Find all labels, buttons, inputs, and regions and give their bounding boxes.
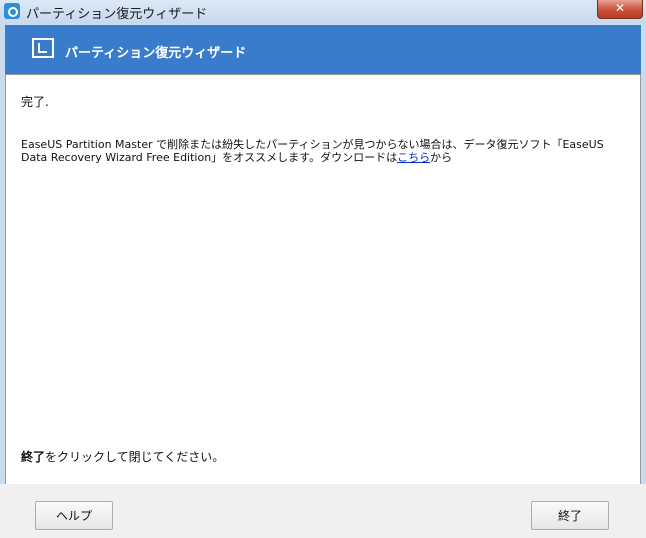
app-icon xyxy=(4,3,20,19)
message-text: EaseUS Partition Master で削除または紛失したパーティショ… xyxy=(21,138,604,164)
close-button[interactable]: ✕ xyxy=(597,0,643,19)
window-title: パーティション復元ウィザード xyxy=(26,7,208,22)
wizard-header: パーティション復元ウィザード xyxy=(5,25,641,74)
done-label: 完了. xyxy=(21,95,49,109)
title-bar: パーティション復元ウィザード ✕ xyxy=(0,0,646,23)
close-instruction: 終了をクリックして閉じてください。 xyxy=(21,448,224,465)
button-bar: ヘルプ 終了 xyxy=(0,484,646,538)
message-suffix: から xyxy=(430,151,453,164)
finish-button[interactable]: 終了 xyxy=(531,501,609,530)
wizard-title: パーティション復元ウィザード xyxy=(65,46,247,61)
download-link[interactable]: こちら xyxy=(397,151,430,164)
partition-recovery-icon xyxy=(32,38,54,58)
recommendation-message: EaseUS Partition Master で削除または紛失したパーティショ… xyxy=(21,138,611,164)
help-button[interactable]: ヘルプ xyxy=(35,501,113,530)
instruction-text: をクリックして閉じてください。 xyxy=(45,450,225,464)
instruction-finish-word: 終了 xyxy=(21,450,46,464)
content-panel: 完了. EaseUS Partition Master で削除または紛失したパー… xyxy=(5,74,641,485)
